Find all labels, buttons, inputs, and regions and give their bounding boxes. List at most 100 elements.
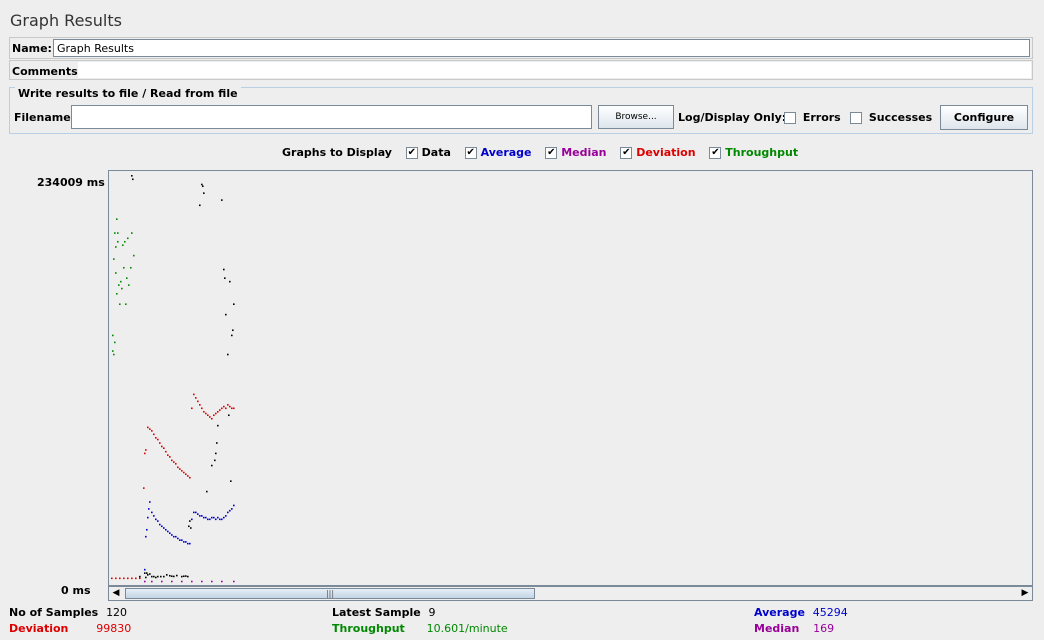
deviation-point (195, 397, 197, 399)
stat-latest-label: Latest Sample (332, 606, 421, 619)
graph-toggle-throughput-label: Throughput (725, 146, 799, 159)
graph-toggle-deviation-label: Deviation (636, 146, 696, 159)
deviation-point (197, 400, 199, 403)
deviation-point (167, 454, 169, 456)
average-point (213, 516, 215, 519)
deviation-point (157, 438, 159, 441)
throughput-point (112, 350, 114, 352)
data-point (145, 576, 147, 579)
data-point (231, 334, 233, 337)
errors-checkbox-wrap[interactable]: Errors (784, 110, 841, 124)
throughput-point (117, 240, 119, 243)
average-point (231, 508, 233, 510)
graph-toggle-average-label: Average (480, 146, 532, 159)
deviation-point (147, 426, 149, 429)
data-point (139, 575, 141, 578)
checkbox-deviation[interactable]: ✔ (620, 147, 633, 159)
stat-deviation: Deviation 99830 (9, 621, 131, 635)
throughput-point (120, 280, 122, 283)
comments-field[interactable] (78, 62, 1031, 78)
deviation-point (143, 487, 145, 489)
panel-title: Graph Results (10, 11, 122, 30)
data-point (229, 280, 231, 283)
data-point (185, 575, 187, 577)
stat-deviation-label: Deviation (9, 622, 69, 635)
median-point (171, 580, 173, 583)
average-point (175, 535, 177, 538)
throughput-point (117, 232, 119, 234)
average-point (151, 511, 153, 514)
checkbox-median[interactable]: ✔ (545, 147, 558, 159)
name-field[interactable] (53, 39, 1030, 57)
graph-toggle-throughput[interactable]: ✔ Throughput (709, 146, 798, 159)
scroll-right-icon[interactable]: ▶ (1018, 587, 1032, 600)
scroll-thumb[interactable]: ||| (125, 588, 535, 599)
average-point (187, 542, 189, 545)
graphs-to-display-row: Graphs to Display ✔ Data ✔ Average ✔ Med… (282, 146, 798, 159)
deviation-point (123, 577, 125, 580)
throughput-point (127, 237, 129, 240)
throughput-point (112, 334, 114, 337)
successes-label: Successes (868, 111, 933, 124)
deviation-point (144, 452, 146, 455)
stat-average-value: 45294 (812, 606, 848, 619)
throughput-point (116, 292, 118, 295)
average-point (207, 518, 209, 521)
y-min-unit: ms (72, 584, 91, 597)
deviation-point (227, 404, 229, 406)
deviation-point (215, 412, 217, 415)
deviation-point (115, 577, 117, 580)
errors-checkbox[interactable] (784, 111, 796, 124)
stat-samples: No of Samples 120 (9, 605, 127, 619)
data-point (233, 303, 235, 306)
data-point (176, 574, 178, 577)
deviation-point (155, 436, 157, 439)
data-point (163, 575, 165, 578)
checkbox-data[interactable]: ✔ (405, 147, 418, 159)
configure-button[interactable]: Configure (940, 105, 1028, 130)
median-point (201, 580, 203, 583)
errors-label: Errors (802, 111, 841, 124)
throughput-point (113, 258, 115, 260)
average-point (173, 535, 175, 538)
deviation-point (229, 405, 231, 408)
average-point (155, 518, 157, 521)
stat-samples-label: No of Samples (9, 606, 99, 619)
average-point (205, 516, 207, 519)
deviation-point (163, 447, 165, 450)
deviation-point (221, 407, 223, 410)
graph-toggle-deviation[interactable]: ✔ Deviation (620, 146, 699, 159)
graph-toggle-data[interactable]: ✔ Data (405, 146, 455, 159)
throughput-point (131, 232, 133, 234)
deviation-point (189, 476, 191, 479)
scroll-left-icon[interactable]: ◀ (109, 587, 123, 600)
successes-checkbox[interactable] (850, 111, 862, 124)
deviation-point (177, 466, 179, 469)
average-point (215, 518, 217, 521)
y-max-value: 234009 (37, 176, 83, 189)
graph-scrollbar[interactable]: ◀ ||| ▶ (108, 586, 1033, 601)
browse-button[interactable]: Browse... (598, 105, 674, 129)
data-point (169, 574, 171, 577)
data-point (214, 459, 216, 462)
average-point (171, 534, 173, 536)
throughput-point (128, 284, 130, 286)
average-point (161, 525, 163, 528)
data-point (188, 525, 190, 528)
graph-toggle-median[interactable]: ✔ Median (545, 146, 610, 159)
data-point (166, 574, 168, 576)
checkbox-throughput[interactable]: ✔ (709, 147, 722, 159)
average-point (223, 516, 225, 519)
checkbox-average[interactable]: ✔ (464, 147, 477, 159)
log-display-label: Log/Display Only: (678, 111, 787, 124)
data-point (146, 572, 148, 574)
average-point (145, 535, 147, 538)
stat-samples-value: 120 (106, 606, 128, 619)
deviation-point (209, 416, 211, 418)
successes-checkbox-wrap[interactable]: Successes (850, 110, 932, 124)
average-point (193, 511, 195, 514)
filename-input[interactable] (71, 105, 592, 129)
graph-toggle-average[interactable]: ✔ Average (464, 146, 536, 159)
median-point (144, 580, 146, 583)
deviation-point (127, 577, 129, 580)
